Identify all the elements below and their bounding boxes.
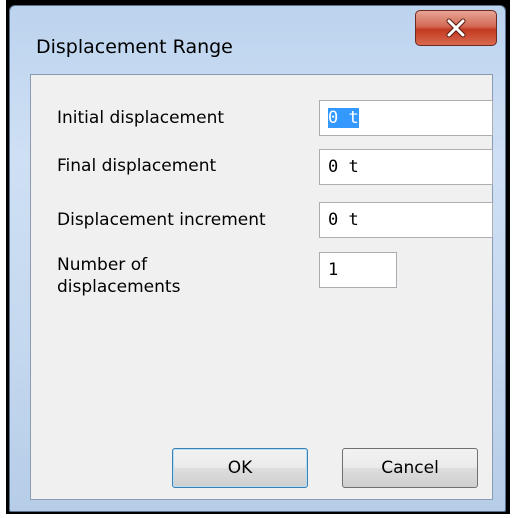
displacement-increment-value: 0 t <box>328 210 359 230</box>
close-button[interactable] <box>415 10 497 46</box>
initial-displacement-label: Initial displacement <box>57 108 225 128</box>
initial-displacement-value: 0 t <box>328 108 359 128</box>
initial-displacement-input[interactable]: 0 t <box>319 100 493 136</box>
number-of-displacements-input[interactable]: 1 <box>319 252 397 288</box>
close-icon <box>446 18 466 38</box>
dialog-title: Displacement Range <box>36 36 233 58</box>
final-displacement-value: 0 t <box>328 157 359 177</box>
displacement-increment-label: Displacement increment <box>57 210 266 230</box>
dialog-client-area: Initial displacement 0 t Final displacem… <box>30 74 493 500</box>
cancel-button[interactable]: Cancel <box>342 448 478 488</box>
displacement-increment-input[interactable]: 0 t <box>319 202 493 238</box>
title-bar[interactable]: Displacement Range <box>10 6 505 58</box>
final-displacement-label: Final displacement <box>57 156 217 176</box>
number-of-displacements-label-line2: displacements <box>57 277 181 297</box>
number-of-displacements-label-line1: Number of <box>57 255 148 275</box>
final-displacement-input[interactable]: 0 t <box>319 149 493 185</box>
displacement-range-dialog: Displacement Range Initial displacement … <box>9 5 506 512</box>
ok-button[interactable]: OK <box>172 448 308 488</box>
number-of-displacements-value: 1 <box>328 260 339 280</box>
